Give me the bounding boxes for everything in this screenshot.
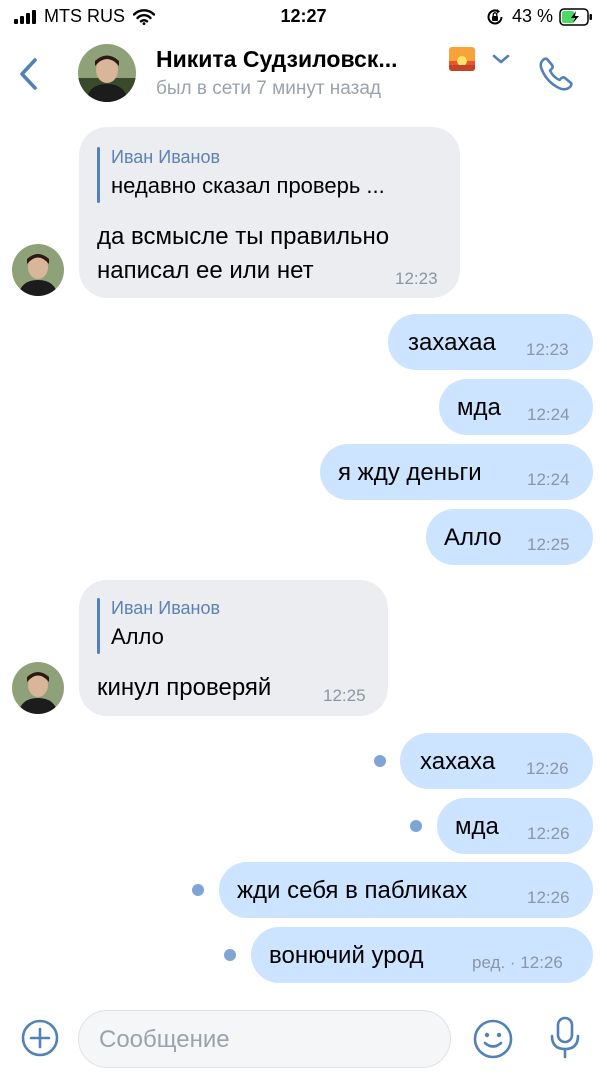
sunset-emoji-icon xyxy=(449,47,475,71)
message-bubble-outgoing[interactable]: вонючий урод ред. · 12:26 xyxy=(251,927,593,983)
battery-percent: 43 % xyxy=(511,6,553,26)
message-time: 12:26 xyxy=(527,888,570,907)
message-time: 12:25 xyxy=(323,686,366,705)
quote-author: Иван Иванов xyxy=(111,598,221,618)
message-bubble-outgoing[interactable]: мда 12:26 xyxy=(437,798,593,854)
message-text-line-1: да всмысле ты правильно xyxy=(97,223,390,250)
message-time: 12:23 xyxy=(395,269,438,288)
message-text: захахаа xyxy=(408,329,496,356)
unread-dot xyxy=(192,884,204,896)
contact-name[interactable]: Никита Судзиловск... xyxy=(156,46,398,73)
microphone-icon[interactable] xyxy=(548,1016,582,1060)
message-time: 12:26 xyxy=(527,824,570,843)
message-input[interactable] xyxy=(97,1019,431,1061)
message-text: Алло xyxy=(444,524,502,551)
message-text: я жду деньги xyxy=(338,459,482,486)
message-text: мда xyxy=(457,394,501,421)
quote-bar xyxy=(97,147,100,203)
quote-bar xyxy=(97,598,100,654)
emoji-icon[interactable] xyxy=(472,1018,514,1060)
message-input-container[interactable] xyxy=(78,1010,451,1068)
sender-avatar[interactable] xyxy=(12,662,64,714)
message-text: вонючий урод xyxy=(269,942,424,969)
status-bar: MTS RUS 12:27 43 % xyxy=(0,0,607,34)
message-bubble-incoming[interactable]: Иван Иванов Алло кинул проверяй 12:25 xyxy=(79,580,388,716)
reply-quote[interactable]: Иван Иванов недавно сказал проверь ... xyxy=(97,147,437,203)
unread-dot xyxy=(410,820,422,832)
quote-text: недавно сказал проверь ... xyxy=(111,173,385,198)
message-time: ред. · 12:26 xyxy=(472,953,563,972)
phone-call-icon[interactable] xyxy=(538,56,574,92)
rotation-lock-icon xyxy=(487,8,503,24)
message-text: жди себя в пабликах xyxy=(237,877,468,904)
last-seen-status: был в сети 7 минут назад xyxy=(156,78,382,99)
unread-dot xyxy=(374,755,386,767)
quote-text: Алло xyxy=(111,624,164,649)
message-text: хахаха xyxy=(420,748,496,775)
message-bubble-outgoing[interactable]: жди себя в пабликах 12:26 xyxy=(219,862,593,918)
message-composer xyxy=(0,1000,607,1080)
message-time: 12:24 xyxy=(527,405,570,424)
back-arrow-icon[interactable] xyxy=(16,56,42,92)
message-time: 12:23 xyxy=(526,340,569,359)
message-text-line-2: написал ее или нет xyxy=(97,257,314,284)
quote-author: Иван Иванов xyxy=(111,147,221,167)
status-right: 43 % xyxy=(486,6,593,27)
message-bubble-outgoing[interactable]: захахаа 12:23 xyxy=(388,314,593,370)
message-time: 12:25 xyxy=(527,535,570,554)
reply-quote[interactable]: Иван Иванов Алло xyxy=(97,598,367,654)
message-bubble-outgoing[interactable]: Алло 12:25 xyxy=(426,509,593,565)
message-text: кинул проверяй xyxy=(97,674,272,701)
message-bubble-outgoing[interactable]: я жду деньги 12:24 xyxy=(320,444,593,500)
message-bubble-outgoing[interactable]: мда 12:24 xyxy=(439,379,593,435)
message-bubble-outgoing[interactable]: хахаха 12:26 xyxy=(400,733,593,789)
add-attachment-icon[interactable] xyxy=(20,1018,60,1058)
chat-header: Никита Судзиловск... был в сети 7 минут … xyxy=(0,36,607,114)
battery-icon xyxy=(559,7,592,26)
sender-avatar[interactable] xyxy=(12,244,64,296)
message-time: 12:24 xyxy=(527,470,570,489)
unread-dot xyxy=(224,949,236,961)
message-text: мда xyxy=(455,813,499,840)
message-time: 12:26 xyxy=(526,759,569,778)
chevron-down-icon[interactable] xyxy=(492,53,510,65)
message-bubble-incoming[interactable]: Иван Иванов недавно сказал проверь ... д… xyxy=(79,127,460,298)
contact-avatar[interactable] xyxy=(78,44,136,102)
